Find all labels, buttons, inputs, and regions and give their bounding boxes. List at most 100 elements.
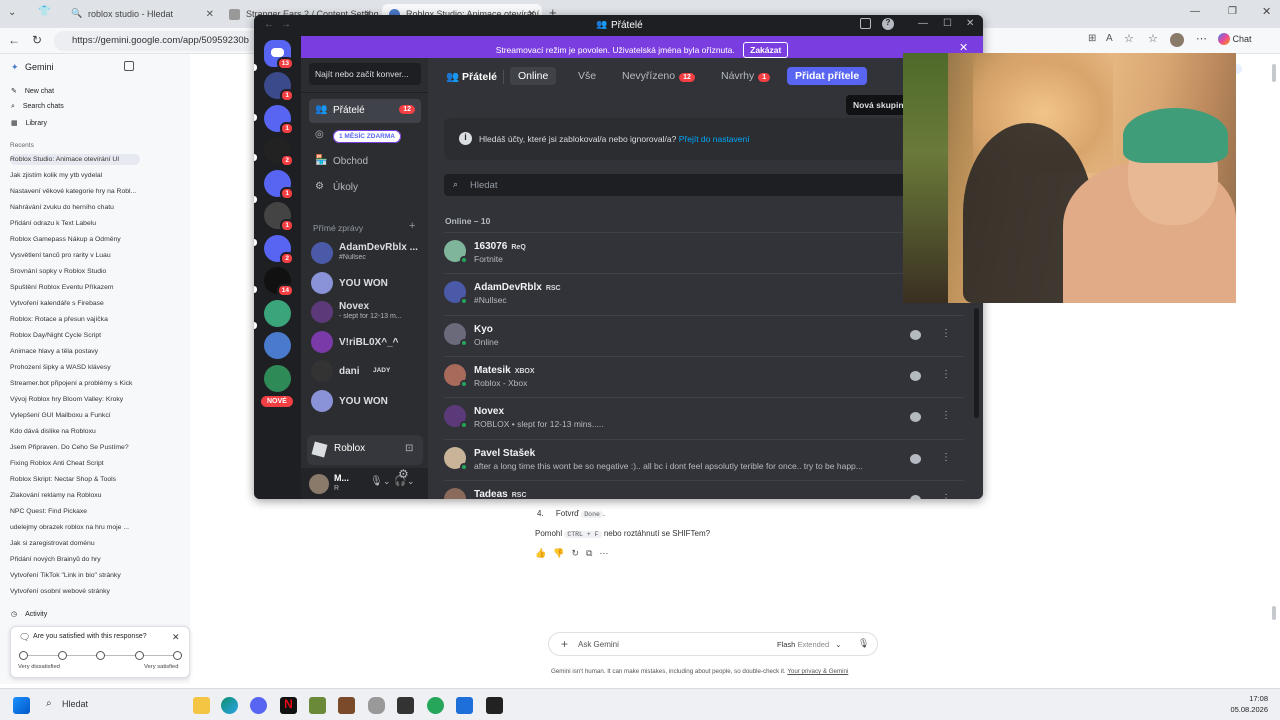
privacy-link[interactable]: Your privacy & Gemini xyxy=(787,668,848,675)
window-close-icon[interactable]: ✕ xyxy=(966,18,974,29)
netflix-icon[interactable]: N xyxy=(280,697,297,714)
tab-pending[interactable]: Nevyřízeno 12 xyxy=(614,67,703,85)
more-options-icon[interactable]: ⋮ xyxy=(941,328,953,340)
recent-chat-item[interactable]: Roblox Gamepass Nákup a Odměny xyxy=(10,236,140,243)
server-icon[interactable]: 1 xyxy=(264,72,294,102)
rating-option-1[interactable] xyxy=(19,651,28,660)
message-icon[interactable] xyxy=(910,453,921,464)
recent-chat-item[interactable]: Animace hlavy a těla postavy xyxy=(10,348,140,355)
thumbs-up-icon[interactable]: 👍 xyxy=(535,548,553,558)
library-item[interactable]: ▦ Library xyxy=(11,119,47,127)
clock[interactable]: 17:08 05.08.2026 xyxy=(1222,694,1268,714)
recent-chat-item[interactable]: Jak zjistím kolik my ytb vydelal xyxy=(10,172,140,179)
recent-chat-item[interactable]: Roblox Day/Night Cycle Script xyxy=(10,332,140,339)
server-icon[interactable]: 14 xyxy=(264,267,294,297)
back-icon[interactable]: ← xyxy=(264,19,274,30)
reload-icon[interactable]: ↻ xyxy=(32,33,42,47)
new-chat-item[interactable]: ✎ New chat xyxy=(11,87,54,95)
server-icon[interactable]: 2 xyxy=(264,234,294,265)
inbox-icon[interactable] xyxy=(860,18,871,29)
message-icon[interactable] xyxy=(910,370,921,381)
minecraft-icon[interactable] xyxy=(309,697,326,714)
server-icon[interactable]: 1 xyxy=(264,169,294,200)
activity-item[interactable]: ◷ Activity xyxy=(11,610,47,618)
streaming-app-icon[interactable] xyxy=(427,697,444,714)
recent-chat-item[interactable]: Roblox: Rotace a přesun vajíčka xyxy=(10,316,140,323)
dm-item[interactable]: dani JADY xyxy=(309,357,423,385)
server-icon[interactable]: 1 xyxy=(264,104,294,135)
server-icon[interactable] xyxy=(264,364,291,392)
friend-row[interactable]: AdamDevRblx RSC #Nullsec xyxy=(444,273,964,314)
friend-row[interactable]: Pavel Stašek after a long time this wont … xyxy=(444,438,964,480)
stream-icon[interactable]: ⊡ xyxy=(405,443,413,454)
recent-chat-item[interactable]: Nastavení věkové kategorie hry na Robl..… xyxy=(10,188,140,195)
recent-chat-item[interactable]: Roblox Skript: Nectar Shop & Tools xyxy=(10,476,140,483)
recent-chat-item[interactable]: Přidání odrazu k Text Labelu xyxy=(10,220,140,227)
dm-item[interactable]: Novex - slept for 12-13 m... xyxy=(309,298,423,326)
back-icon[interactable]: ← xyxy=(8,33,20,47)
microphone-icon[interactable]: 🎙 xyxy=(370,476,383,487)
thumbs-down-icon[interactable]: 👎 xyxy=(553,548,571,558)
chevron-down-icon[interactable]: ⌄ xyxy=(383,476,391,487)
translate-icon[interactable]: ⊞ xyxy=(1088,33,1096,44)
plus-icon[interactable]: + xyxy=(561,637,568,651)
browser-tab-search[interactable]: 🔍 roblox studio - Hledat ✕ xyxy=(64,4,220,28)
message-icon[interactable] xyxy=(910,412,921,423)
close-icon[interactable]: ✕ xyxy=(172,632,180,643)
recent-chat-item[interactable]: Vývoj Roblox hry Bloom Valley: Kroky xyxy=(10,396,140,403)
recent-chat-item[interactable]: Vylepšení GUI Mailboxu a Funkcí xyxy=(10,412,140,419)
taskbar-search[interactable]: ⌕ Hledat xyxy=(38,695,178,716)
recent-chat-item[interactable]: Prohození šipky a WASD klávesy xyxy=(10,364,140,371)
recent-chat-item[interactable]: Přidání nových Brainyů do hry xyxy=(10,556,140,563)
friend-row[interactable]: Matesik XBOX Roblox - Xbox ⋮ xyxy=(444,355,964,397)
model-selector[interactable]: Flash Extended ⌄ xyxy=(777,640,842,649)
friends-search-input[interactable]: ⌕ Hledat xyxy=(444,174,964,196)
server-icon[interactable] xyxy=(264,332,291,359)
scrollbar-bottom[interactable] xyxy=(1272,606,1276,620)
settings-gear-icon[interactable]: ⚙ xyxy=(398,467,409,481)
server-icon[interactable] xyxy=(264,299,291,327)
add-friend-button[interactable]: Přidat přítele xyxy=(787,67,868,85)
window-minimize-icon[interactable]: — xyxy=(918,18,928,29)
mouse-app-icon[interactable] xyxy=(368,697,385,714)
discord-app-icon[interactable] xyxy=(250,697,267,714)
friend-row[interactable]: Kyo Online ⋮ xyxy=(444,314,964,356)
channel-nitro[interactable]: ◎ 1 MĚSÍC ZDARMA xyxy=(309,124,421,148)
server-roblox[interactable]: Roblox ⊡ xyxy=(307,435,423,465)
more-icon[interactable]: ⋯ xyxy=(599,548,615,558)
rating-option-5[interactable] xyxy=(173,651,182,660)
tab-list-chevron-icon[interactable]: ⌄ xyxy=(8,7,16,18)
recent-chat-item[interactable]: Vytvoření TikTok "Link in bio" stránky xyxy=(10,572,140,579)
app-icon[interactable] xyxy=(397,697,414,714)
settings-link[interactable]: Přejít do nastavení xyxy=(679,134,750,144)
recent-chat-item[interactable]: Jsem Připraven. Do Čeho Se Pustíme? xyxy=(10,444,140,451)
copy-icon[interactable]: ⧉ xyxy=(586,548,599,558)
new-badge[interactable]: NOVÉ xyxy=(261,396,293,407)
rating-option-4[interactable] xyxy=(135,651,144,660)
disable-streamer-button[interactable]: Zakázat xyxy=(743,42,789,58)
server-icon[interactable]: 2 xyxy=(264,137,294,167)
search-chats-item[interactable]: ⌕ Search chats xyxy=(11,103,64,111)
start-windows-icon[interactable] xyxy=(13,697,30,714)
recent-chat-item[interactable]: Vytvoření kalendáře s Firebase xyxy=(10,300,140,307)
server-icon[interactable]: 1 xyxy=(264,202,294,232)
recent-chat-item[interactable]: Nahrávání zvuku do herního chatu xyxy=(10,204,140,211)
dm-item[interactable]: YOU WON xyxy=(309,269,423,297)
friend-row[interactable]: TadeasRSCSlch 22⋮ xyxy=(444,479,964,499)
channel-quests[interactable]: ⚙ Úkoly xyxy=(309,176,421,200)
window-close-icon[interactable]: ✕ xyxy=(1262,5,1271,18)
window-maximize-icon[interactable]: ☐ xyxy=(943,18,952,29)
video-close-icon[interactable]: ✕ xyxy=(959,41,968,54)
recent-chat-item[interactable]: Kdo dává dislike na Robloxu xyxy=(10,428,140,435)
copilot-chat-button[interactable]: Chat xyxy=(1218,33,1252,45)
dm-item[interactable]: YOU WON xyxy=(309,387,423,415)
add-dm-icon[interactable]: + xyxy=(409,220,415,232)
more-options-icon[interactable]: ⋮ xyxy=(941,410,953,422)
rating-option-3[interactable] xyxy=(96,651,105,660)
more-options-icon[interactable]: ⋮ xyxy=(941,452,953,464)
reader-icon[interactable]: A xyxy=(1106,33,1113,44)
more-options-icon[interactable]: ⋮ xyxy=(941,369,953,381)
channel-shop[interactable]: 🏪 Obchod xyxy=(309,150,421,174)
profile-avatar[interactable] xyxy=(1170,33,1184,47)
friends-scrollbar[interactable] xyxy=(974,308,979,418)
